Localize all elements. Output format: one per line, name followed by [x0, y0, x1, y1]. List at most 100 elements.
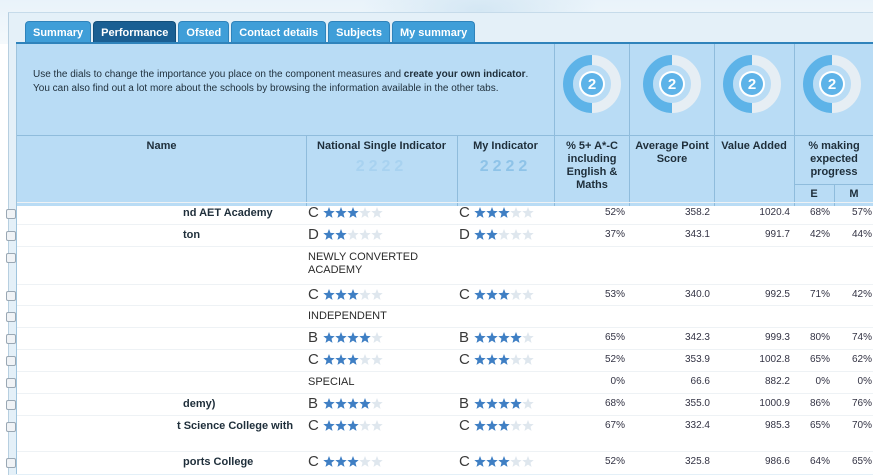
my-grade: C — [459, 204, 470, 221]
row-checkbox[interactable] — [6, 458, 16, 468]
column-header-name[interactable]: Name — [17, 140, 306, 153]
progress-english-value: 65% — [809, 420, 830, 431]
intro-text: Use the dials to change the importance y… — [33, 68, 545, 96]
dial-average-point-score[interactable]: 2 — [642, 54, 702, 114]
column-header-expected-progress[interactable]: % making expected progress — [796, 140, 872, 179]
my-grade: C — [459, 453, 470, 470]
row-separator — [17, 305, 873, 306]
tab-ofsted[interactable]: Ofsted — [178, 21, 230, 43]
star-filled-icon — [486, 289, 498, 300]
star-empty-icon — [522, 207, 534, 218]
star-empty-icon — [371, 398, 383, 409]
column-header-five-a-star-c[interactable]: % 5+ A*-C including English & Maths — [562, 140, 622, 192]
dial-five-a-star-c[interactable]: 2 — [562, 54, 622, 114]
star-filled-icon — [347, 332, 359, 343]
row-checkbox[interactable] — [6, 356, 16, 366]
star-filled-icon — [323, 420, 335, 431]
national-stars-icon — [323, 456, 383, 468]
school-name[interactable]: demy) — [183, 398, 215, 410]
row-checkbox[interactable] — [6, 400, 16, 410]
star-filled-icon — [323, 229, 335, 240]
national-grade: C — [308, 351, 319, 368]
progress-maths-value: 76% — [851, 398, 872, 409]
column-header-value-added[interactable]: Value Added — [714, 140, 794, 153]
national-grade: C — [308, 417, 319, 434]
row-checkbox[interactable] — [6, 378, 16, 388]
school-name[interactable]: t Science College with — [177, 420, 293, 432]
star-empty-icon — [510, 207, 522, 218]
star-filled-icon — [347, 354, 359, 365]
row-checkbox[interactable] — [6, 253, 16, 263]
star-filled-icon — [347, 420, 359, 431]
star-empty-icon — [510, 289, 522, 300]
row-checkbox[interactable] — [6, 209, 16, 219]
value-added-value: 992.5 — [764, 289, 790, 300]
tab-bar: Summary Performance Ofsted Contact details S… — [25, 21, 477, 43]
star-filled-icon — [498, 207, 510, 218]
star-empty-icon — [359, 456, 371, 467]
star-filled-icon — [474, 289, 486, 300]
star-filled-icon — [486, 207, 498, 218]
star-filled-icon — [323, 332, 335, 343]
star-empty-icon — [371, 289, 383, 300]
row-separator — [17, 393, 873, 394]
tab-subjects[interactable]: Subjects — [328, 21, 390, 43]
progress-maths-value: 62% — [851, 354, 872, 365]
my-stars-icon — [474, 354, 534, 366]
star-filled-icon — [486, 354, 498, 365]
national-stars-icon — [323, 420, 383, 432]
row-checkbox[interactable] — [6, 231, 16, 241]
five-a-star-c-value: 52% — [604, 354, 625, 365]
row-checkbox[interactable] — [6, 312, 16, 322]
star-empty-icon — [371, 207, 383, 218]
column-header-average-point-score[interactable]: Average Point Score — [634, 140, 710, 166]
tab-my-summary[interactable]: My summary — [391, 21, 476, 43]
progress-subheader-line — [794, 184, 873, 185]
dial-expected-progress[interactable]: 2 — [802, 54, 862, 114]
star-filled-icon — [323, 398, 335, 409]
school-status-note: SPECIAL — [308, 376, 355, 388]
progress-english-value: 64% — [809, 456, 830, 467]
star-filled-icon — [335, 398, 347, 409]
value-added-value: 1020.4 — [759, 207, 790, 218]
my-grade: C — [459, 351, 470, 368]
progress-english-value: 68% — [809, 207, 830, 218]
star-filled-icon — [335, 229, 347, 240]
column-header-national-indicator[interactable]: National Single Indicator — [306, 140, 457, 153]
tab-contact-details[interactable]: Contact details — [231, 21, 327, 43]
school-name[interactable]: nd AET Academy — [183, 207, 273, 219]
column-header-progress-english[interactable]: E — [794, 188, 834, 200]
my-stars-icon — [474, 420, 534, 432]
row-checkbox[interactable] — [6, 334, 16, 344]
tab-summary[interactable]: Summary — [25, 21, 92, 43]
school-name[interactable]: ton — [183, 229, 200, 241]
progress-maths-value: 44% — [851, 229, 872, 240]
dial-value-added[interactable]: 2 — [722, 54, 782, 114]
my-stars-icon — [474, 289, 534, 301]
star-empty-icon — [510, 354, 522, 365]
row-separator — [17, 327, 873, 328]
header-divider — [17, 135, 873, 136]
star-filled-icon — [474, 332, 486, 343]
my-grade: D — [459, 226, 470, 243]
average-point-score-value: 340.0 — [684, 289, 710, 300]
row-checkbox[interactable] — [6, 422, 16, 432]
star-empty-icon — [371, 229, 383, 240]
column-header-progress-maths[interactable]: M — [834, 188, 873, 200]
column-header-my-indicator[interactable]: My Indicator — [457, 140, 554, 153]
row-checkbox[interactable] — [6, 291, 16, 301]
my-indicator-weights: 2222 — [479, 158, 532, 175]
star-filled-icon — [498, 289, 510, 300]
value-added-value: 1000.9 — [759, 398, 790, 409]
col-divider — [794, 44, 795, 206]
star-empty-icon — [522, 420, 534, 431]
school-name[interactable]: ports College — [183, 456, 253, 468]
dial-value: 2 — [588, 76, 596, 93]
star-filled-icon — [474, 207, 486, 218]
national-stars-icon — [323, 398, 383, 410]
star-filled-icon — [486, 229, 498, 240]
five-a-star-c-value: 52% — [604, 207, 625, 218]
tab-performance[interactable]: Performance — [93, 21, 177, 43]
national-indicator-weights: 2222 — [355, 158, 408, 175]
star-filled-icon — [498, 398, 510, 409]
